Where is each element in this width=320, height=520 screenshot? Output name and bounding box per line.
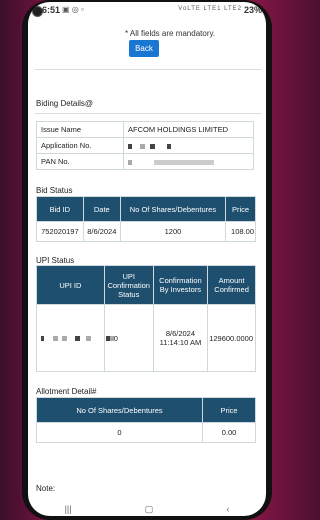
table-row: Issue Name AFCOM HOLDINGS LIMITED [36, 121, 254, 138]
status-time: 6:51 [42, 5, 61, 15]
price-cell: 108.00 [225, 221, 256, 242]
table-row: Application No. [36, 137, 254, 154]
upi-status-title: UPI Status [36, 256, 75, 265]
bid-status-table: Bid ID Date No Of Shares/Debentures Pric… [36, 196, 256, 242]
home-icon[interactable]: ▢ [145, 504, 154, 515]
col-allot-price: Price [202, 397, 256, 423]
recent-apps-icon[interactable]: ||| [65, 504, 72, 514]
col-upi-id: UPI ID [36, 265, 105, 305]
back-button[interactable]: Back [129, 40, 159, 57]
table-row: 0 8/6/2024 11:14:10 AM 129600.0000 [36, 304, 256, 372]
signal-icons: VoLTE LTE1 LTE2 [178, 6, 242, 12]
table-header-row: No Of Shares/Debentures Price [36, 397, 256, 423]
upi-status-table: UPI ID UPI Confirmation Status Confirmat… [36, 265, 256, 372]
divider [35, 113, 261, 114]
table-header-row: UPI ID UPI Confirmation Status Confirmat… [36, 265, 256, 305]
allotment-table: No Of Shares/Debentures Price 0 0.00 [36, 397, 256, 443]
col-upi-confirmation-status: UPI Confirmation Status [103, 265, 154, 305]
note-label: Note: [36, 484, 56, 493]
col-price: Price [225, 196, 256, 222]
back-nav-icon[interactable]: ‹ [226, 504, 229, 514]
col-date: Date [82, 196, 121, 222]
date-cell: 8/6/2024 [82, 221, 121, 242]
pan-no-label: PAN No. [36, 153, 124, 170]
application-no-label: Application No. [36, 137, 124, 154]
table-header-row: Bid ID Date No Of Shares/Debentures Pric… [36, 196, 256, 222]
col-confirmation-by-investors: Confirmation By Investors [152, 265, 209, 305]
col-allot-shares: No Of Shares/Debentures [36, 397, 203, 423]
bid-details-title: Biding Details@ [36, 99, 94, 108]
phone-screen: 6:51 ▣ ◎ ▫ VoLTE LTE1 LTE2 23% * All fie… [28, 2, 266, 516]
col-bid-id: Bid ID [36, 196, 84, 222]
issue-name-value: AFCOM HOLDINGS LIMITED [123, 121, 254, 138]
upi-id-cell [36, 304, 105, 372]
col-amount-confirmed: Amount Confirmed [207, 265, 256, 305]
divider [35, 69, 261, 70]
table-row: 0 0.00 [36, 422, 256, 443]
table-row: PAN No. [36, 153, 254, 170]
pan-no-value [123, 153, 254, 170]
application-no-value [123, 137, 254, 154]
notification-icons: ▣ ◎ ▫ [62, 5, 84, 14]
shares-cell: 1200 [119, 221, 227, 242]
bid-details-table: Issue Name AFCOM HOLDINGS LIMITED Applic… [36, 121, 254, 170]
issue-name-label: Issue Name [36, 121, 124, 138]
confirmation-cell: 8/6/2024 11:14:10 AM [152, 304, 209, 372]
bid-id-cell: 752020197 [36, 221, 84, 242]
android-nav-bar: ||| ▢ ‹ [28, 502, 266, 516]
status-bar: 6:51 ▣ ◎ ▫ VoLTE LTE1 LTE2 23% [28, 2, 266, 18]
amount-cell: 129600.0000 [207, 304, 256, 372]
upi-status-cell: 0 [103, 304, 154, 372]
allot-price-cell: 0.00 [202, 422, 256, 443]
allotment-title: Allotment Detail# [36, 387, 97, 396]
table-row: 752020197 8/6/2024 1200 108.00 [36, 221, 256, 242]
allot-shares-cell: 0 [36, 422, 203, 443]
upi-status-value: 0 [113, 333, 118, 343]
battery-level: 23% [243, 5, 262, 15]
mandatory-note: * All fields are mandatory. [125, 29, 216, 38]
bid-status-title: Bid Status [36, 186, 73, 195]
col-shares: No Of Shares/Debentures [119, 196, 227, 222]
